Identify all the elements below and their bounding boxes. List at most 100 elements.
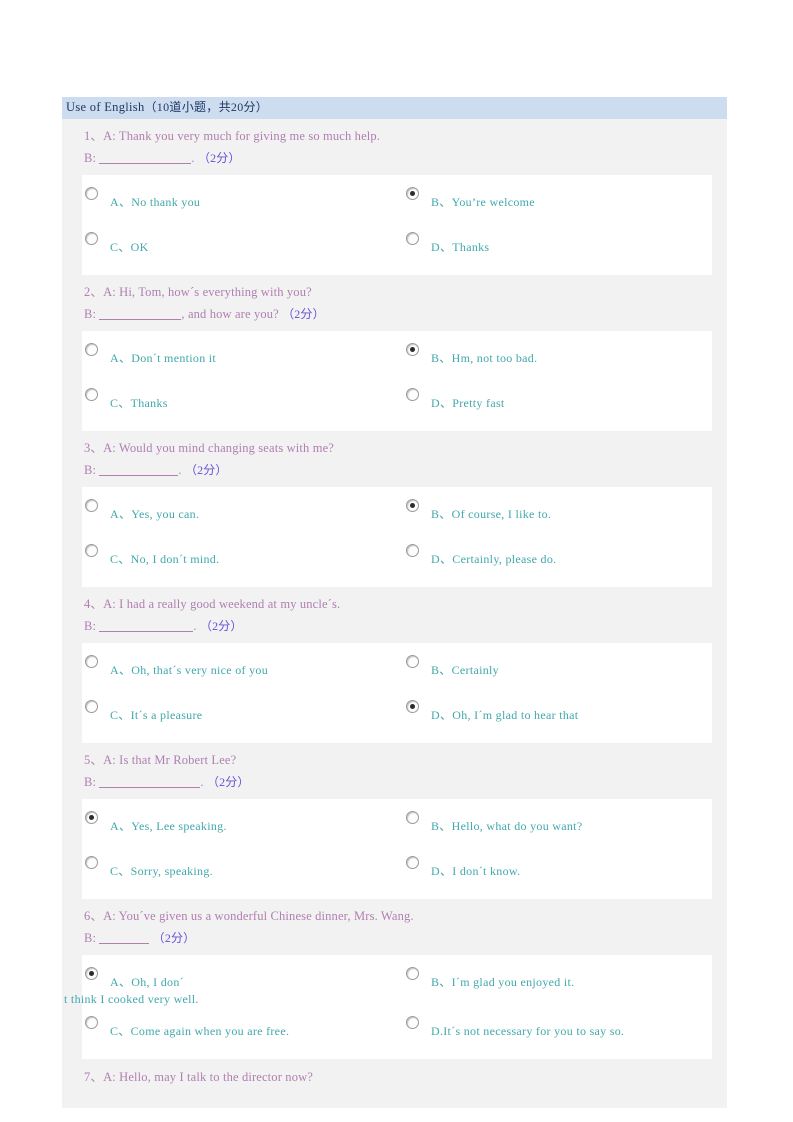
option-choice[interactable]: D、Thanks <box>397 224 712 269</box>
answer-blank <box>99 775 201 788</box>
question-number: 4、 <box>84 597 104 611</box>
radio-button-icon[interactable] <box>85 343 98 356</box>
option-choice[interactable]: B、You’re welcome <box>397 179 712 224</box>
radio-button-icon[interactable] <box>85 856 98 869</box>
question-stem-line-a: 5、A: Is that Mr Robert Lee? <box>62 743 727 772</box>
radio-button-icon[interactable] <box>406 187 419 200</box>
option-choice[interactable]: D、Pretty fast <box>397 380 712 425</box>
radio-button-icon[interactable] <box>85 967 98 980</box>
radio-button-icon[interactable] <box>406 856 419 869</box>
option-row: C、Sorry, speaking. D、I don´t know. <box>82 848 712 893</box>
option-label: A、Oh, I don´ t think I cooked very well. <box>64 975 199 1006</box>
option-choice[interactable]: C、Thanks <box>82 380 397 425</box>
option-row: C、No, I don´t mind. D、Certainly, please d… <box>82 536 712 581</box>
options-box: A、No thank you B、You’re welcome C、OK D、Than… <box>82 175 712 275</box>
radio-button-icon[interactable] <box>85 700 98 713</box>
question-score: （2分） <box>199 618 243 633</box>
option-label-wrapped: t think I cooked very well. <box>64 992 199 1006</box>
section-title: Use of English <box>66 100 145 114</box>
radio-button-icon[interactable] <box>406 232 419 245</box>
answer-blank <box>99 463 179 476</box>
option-label: A、Oh, that´s very nice of you <box>110 663 268 677</box>
question-number: 6、 <box>84 909 104 923</box>
question-score: （2分） <box>152 930 196 945</box>
option-label: A、No thank you <box>110 195 201 209</box>
radio-button-icon[interactable] <box>406 343 419 356</box>
option-choice[interactable]: B、Of course, I like to. <box>397 491 712 536</box>
option-row: A、Don´t mention it B、Hm, not too bad. <box>82 335 712 380</box>
radio-button-icon[interactable] <box>85 1016 98 1029</box>
option-choice[interactable]: C、Come again when you are free. <box>82 1008 397 1053</box>
option-label: B、Hello, what do you want? <box>431 819 583 833</box>
option-label: A、Don´t mention it <box>110 351 217 365</box>
option-choice[interactable]: A、Yes, Lee speaking. <box>82 803 397 848</box>
question-stem: A: Hi, Tom, how´s everything with you? <box>103 285 312 299</box>
radio-button-icon[interactable] <box>85 811 98 824</box>
option-label: B、I´m glad you enjoyed it. <box>431 975 575 989</box>
answer-blank <box>99 151 192 164</box>
option-label: D、Thanks <box>431 240 490 254</box>
question-number: 3、 <box>84 441 104 455</box>
question-number: 2、 <box>84 285 104 299</box>
option-choice[interactable]: A、Oh, that´s very nice of you <box>82 647 397 692</box>
option-choice[interactable]: D、Oh, I´m glad to hear that <box>397 692 712 737</box>
option-choice[interactable]: B、Hm, not too bad. <box>397 335 712 380</box>
radio-button-icon[interactable] <box>406 655 419 668</box>
answer-prefix: B: <box>84 618 100 633</box>
option-choice[interactable]: D、I don´t know. <box>397 848 712 893</box>
option-choice[interactable]: B、I´m glad you enjoyed it. <box>397 959 712 1004</box>
option-label: D、Certainly, please do. <box>431 552 557 566</box>
question-stem-line-a: 6、A: You´ve given us a wonderful Chinese… <box>62 899 727 928</box>
option-choice[interactable]: C、OK <box>82 224 397 269</box>
question-stem: A: I had a really good weekend at my unc… <box>103 597 341 611</box>
option-choice[interactable]: A、Yes, you can. <box>82 491 397 536</box>
radio-button-icon[interactable] <box>85 655 98 668</box>
question-stem-line-a: 1、A: Thank you very much for giving me s… <box>62 119 727 148</box>
option-label: C、Thanks <box>110 396 168 410</box>
option-choice[interactable]: C、It´s a pleasure <box>82 692 397 737</box>
radio-button-icon[interactable] <box>406 811 419 824</box>
option-label: B、Hm, not too bad. <box>431 351 538 365</box>
answer-blank <box>99 307 182 320</box>
radio-button-icon[interactable] <box>406 700 419 713</box>
option-label: C、It´s a pleasure <box>110 708 203 722</box>
radio-button-icon[interactable] <box>406 499 419 512</box>
option-choice[interactable]: D、Certainly, please do. <box>397 536 712 581</box>
question-number: 1、 <box>84 129 104 143</box>
radio-button-icon[interactable] <box>85 544 98 557</box>
option-row: A、Yes, you can. B、Of course, I like to. <box>82 491 712 536</box>
radio-button-icon[interactable] <box>85 499 98 512</box>
answer-prefix: B: <box>84 150 100 165</box>
option-label: A、Yes, Lee speaking. <box>110 819 227 833</box>
option-label: D.It´s not necessary for you to say so. <box>431 1024 625 1038</box>
radio-button-icon[interactable] <box>85 232 98 245</box>
radio-button-icon[interactable] <box>406 967 419 980</box>
radio-button-icon[interactable] <box>406 388 419 401</box>
option-choice[interactable]: C、Sorry, speaking. <box>82 848 397 893</box>
option-choice[interactable]: B、Hello, what do you want? <box>397 803 712 848</box>
option-choice[interactable]: A、Oh, I don´ t think I cooked very well. <box>64 959 397 1008</box>
radio-button-icon[interactable] <box>406 1016 419 1029</box>
answer-prefix: B: <box>84 462 100 477</box>
option-choice[interactable]: C、No, I don´t mind. <box>82 536 397 581</box>
option-choice[interactable]: A、No thank you <box>82 179 397 224</box>
radio-button-icon[interactable] <box>406 544 419 557</box>
option-label: D、I don´t know. <box>431 864 521 878</box>
radio-button-icon[interactable] <box>85 187 98 200</box>
question-block-7: 7、A: Hello, may I talk to the director n… <box>62 1059 727 1107</box>
option-choice[interactable]: B、Certainly <box>397 647 712 692</box>
option-choice[interactable]: A、Don´t mention it <box>82 335 397 380</box>
section-meta: （10道小题，共20分） <box>144 100 269 114</box>
question-stem-line-a: 3、A: Would you mind changing seats with … <box>62 431 727 460</box>
question-stem: A: You´ve given us a wonderful Chinese d… <box>103 909 414 923</box>
question-answer-line: B: . （2分） <box>62 616 727 644</box>
option-choice[interactable]: D.It´s not necessary for you to say so. <box>397 1008 712 1053</box>
exam-page: Use of English（10道小题，共20分） 1、A: Thank yo… <box>62 97 727 1108</box>
question-block: 5、A: Is that Mr Robert Lee? B: . （2分） A、Ye… <box>62 743 727 899</box>
question-answer-line: B: （2分） <box>62 928 727 956</box>
option-label: B、You’re welcome <box>431 195 535 209</box>
radio-button-icon[interactable] <box>85 388 98 401</box>
option-label: B、Certainly <box>431 663 499 677</box>
answer-blank <box>99 619 194 632</box>
question-block: 4、A: I had a really good weekend at my u… <box>62 587 727 743</box>
